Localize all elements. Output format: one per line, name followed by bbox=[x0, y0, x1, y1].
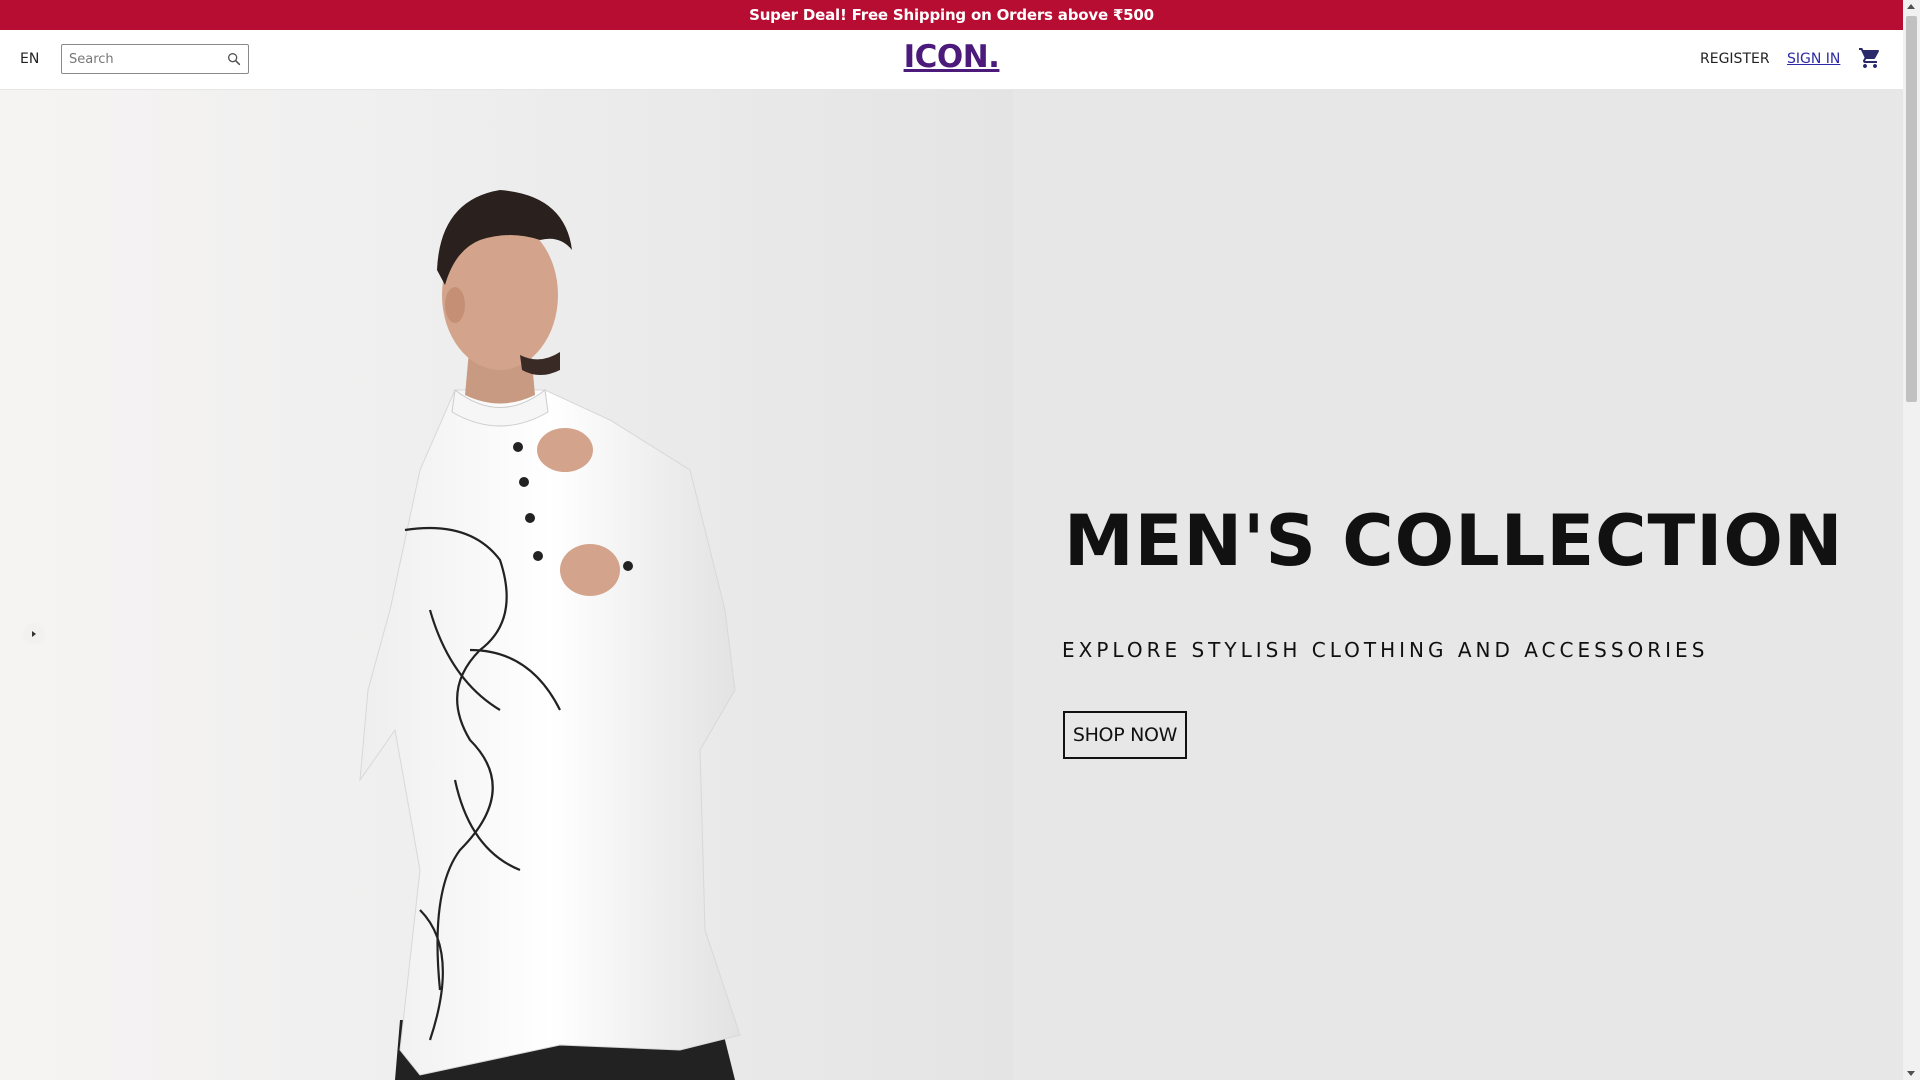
brand-logo[interactable]: ICON. bbox=[904, 39, 1000, 75]
sign-in-link[interactable]: SIGN IN bbox=[1787, 51, 1840, 67]
promo-banner: Super Deal! Free Shipping on Orders abov… bbox=[0, 0, 1903, 30]
search-box bbox=[61, 44, 249, 74]
promo-text: Super Deal! Free Shipping on Orders abov… bbox=[749, 6, 1154, 24]
language-selector[interactable]: EN bbox=[20, 51, 39, 67]
site-header: EN ICON. REGISTER SIGN IN bbox=[0, 30, 1903, 90]
scroll-up-icon[interactable] bbox=[1907, 4, 1915, 9]
shop-now-button[interactable]: SHOP NOW bbox=[1063, 711, 1187, 759]
cart-icon[interactable] bbox=[1858, 46, 1882, 70]
hero-title: MEN'S COLLECTION bbox=[1064, 500, 1844, 582]
chevron-left-icon[interactable] bbox=[22, 622, 46, 646]
register-link[interactable]: REGISTER bbox=[1700, 51, 1770, 67]
scroll-down-icon[interactable] bbox=[1907, 1071, 1915, 1076]
page-scrollbar[interactable] bbox=[1903, 0, 1920, 1080]
model-illustration bbox=[359, 190, 741, 1080]
search-input[interactable] bbox=[62, 45, 222, 73]
hero-image bbox=[0, 90, 1013, 1080]
hero-subtitle: EXPLORE STYLISH CLOTHING AND ACCESSORIES bbox=[1062, 638, 1709, 662]
scrollbar-thumb[interactable] bbox=[1906, 16, 1917, 402]
search-icon[interactable] bbox=[226, 51, 242, 67]
hero-banner: MEN'S COLLECTION EXPLORE STYLISH CLOTHIN… bbox=[0, 90, 1903, 1080]
